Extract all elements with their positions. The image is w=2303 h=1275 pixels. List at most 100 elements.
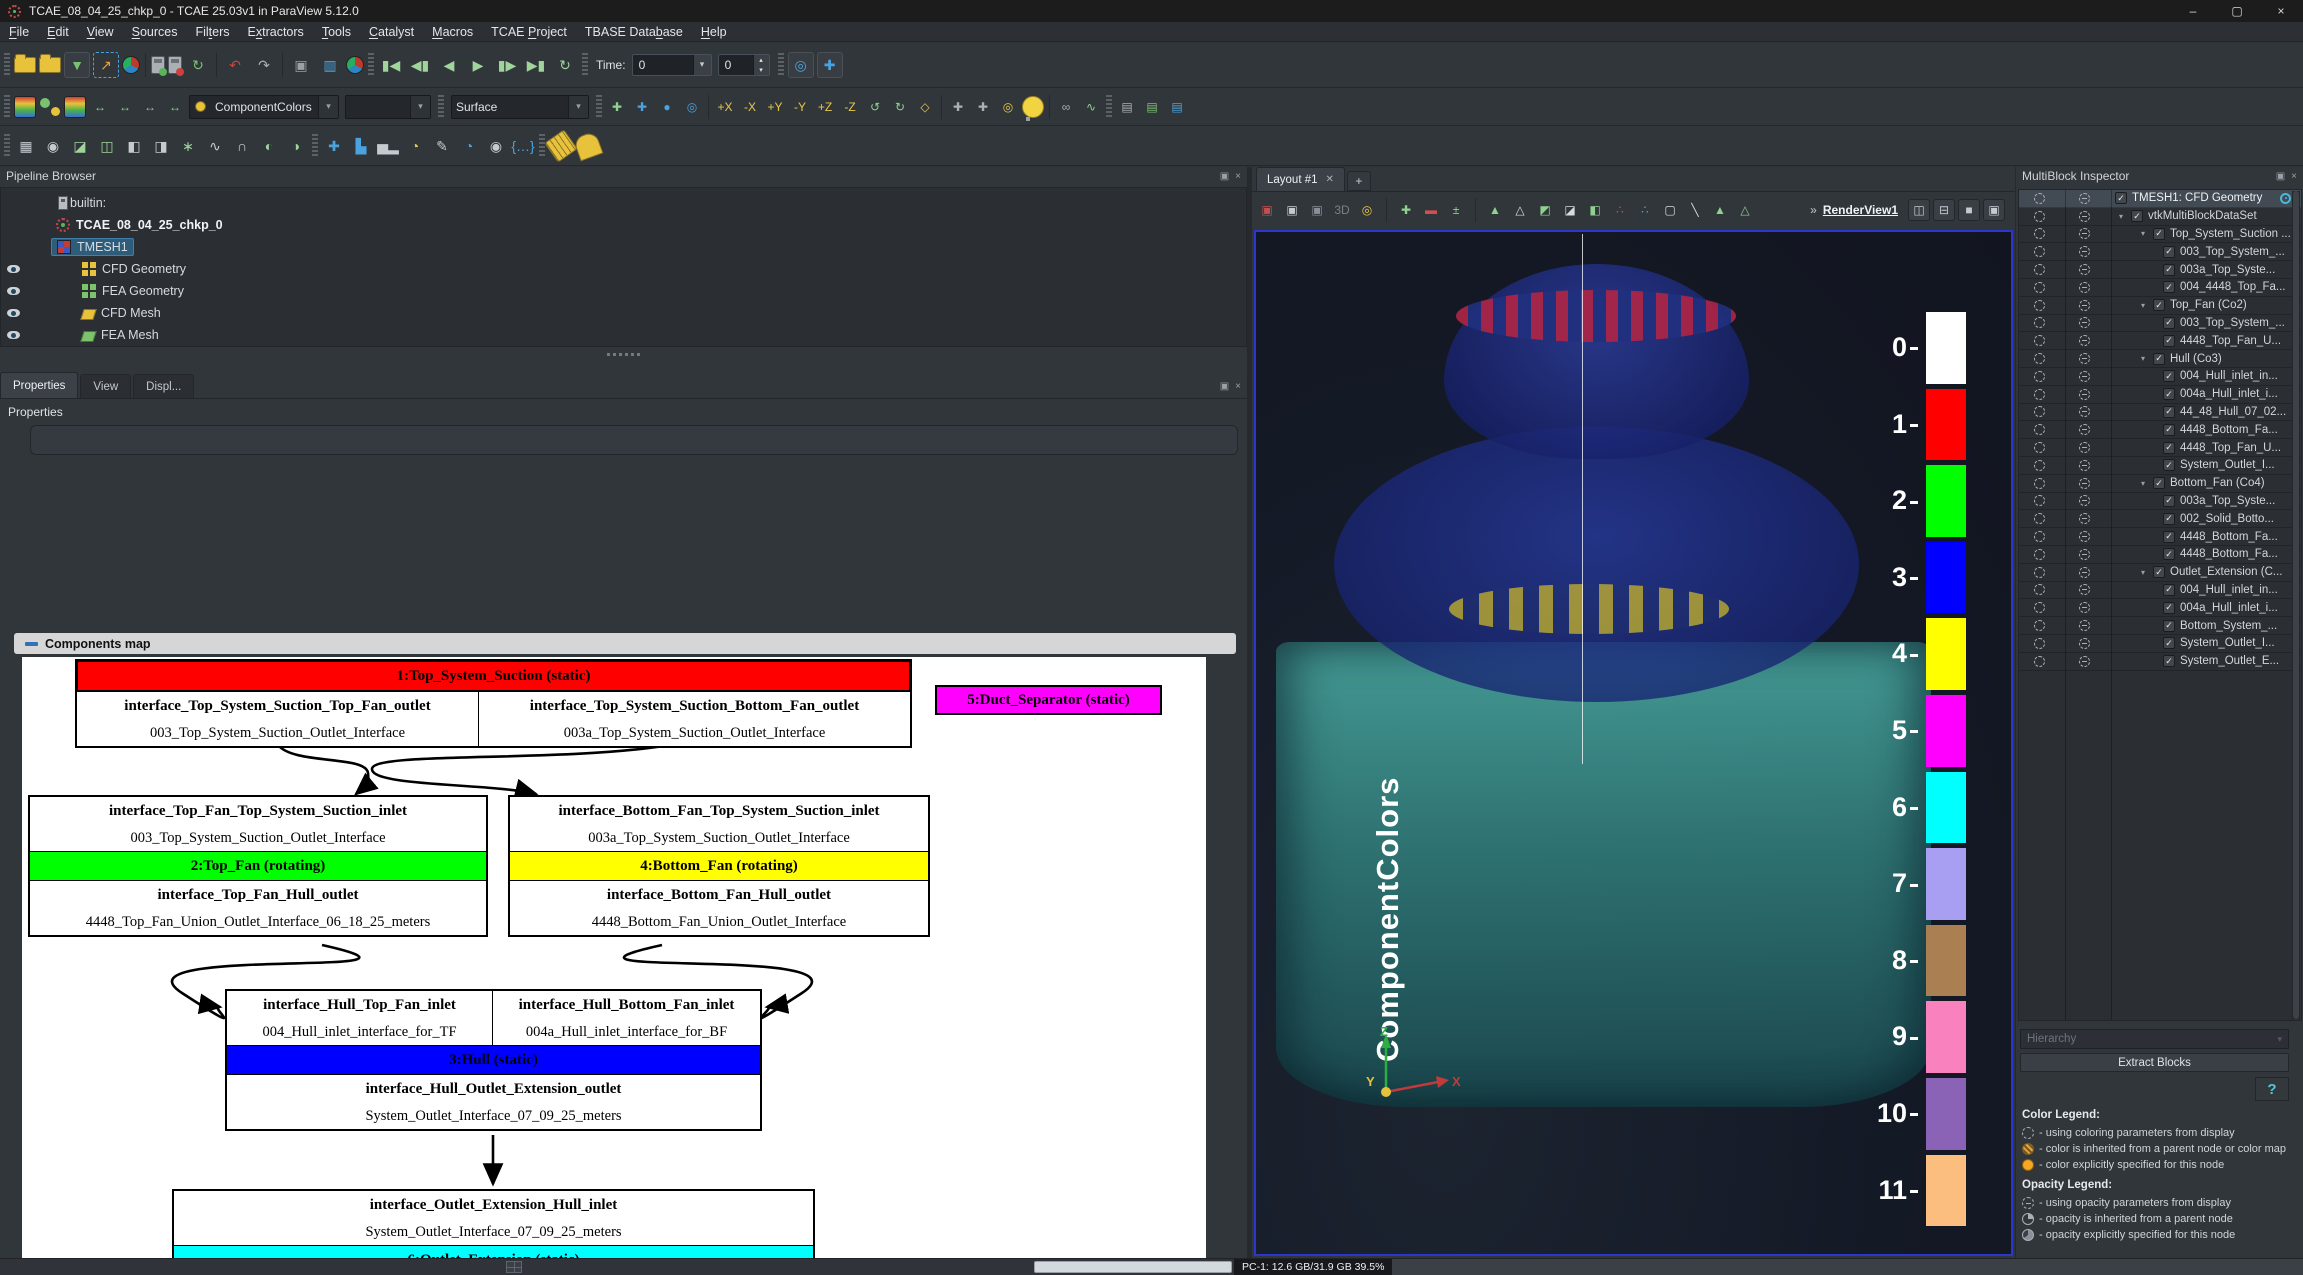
opacity-state-icon[interactable] (2079, 264, 2090, 275)
opacity-state-icon[interactable] (2079, 335, 2090, 346)
menu-catalyst[interactable]: Catalyst (360, 25, 423, 39)
shrink-selection-button[interactable]: △ (1734, 199, 1756, 221)
block-checkbox[interactable]: ✓ (2163, 602, 2175, 614)
scrollbar[interactable] (2292, 191, 2300, 1019)
color-state-icon[interactable] (2034, 424, 2045, 435)
expand-arrow-icon[interactable]: ▾ (2119, 212, 2131, 221)
select-points-on-button[interactable]: △ (1509, 199, 1531, 221)
selection-subtract-button[interactable]: ▬ (1420, 199, 1442, 221)
save-data-button[interactable]: ▼ (64, 52, 90, 78)
block-checkbox[interactable]: ✓ (2163, 281, 2175, 293)
set-view-minus-y-button[interactable]: -Y (789, 96, 811, 118)
vcr-last-button[interactable]: ▶▮ (523, 52, 549, 78)
opacity-state-icon[interactable] (2079, 211, 2090, 222)
pipeline-row[interactable]: CFD Geometry (1, 258, 1246, 280)
color-state-icon[interactable] (2034, 371, 2045, 382)
visibility-eye-icon[interactable] (6, 308, 21, 318)
opacity-state-icon[interactable] (2079, 442, 2090, 453)
rescale-temporal-range-button[interactable]: ↔ (139, 96, 161, 118)
record-animation-button[interactable]: ▣ (1306, 199, 1328, 221)
select-points-through-button[interactable]: ◪ (1559, 199, 1581, 221)
opacity-state-icon[interactable] (2079, 549, 2090, 560)
contour-filter-button[interactable]: ◉ (41, 134, 65, 158)
chevron-down-icon[interactable]: ▾ (568, 96, 588, 118)
expression-manager-button[interactable]: {…} (511, 134, 535, 158)
show-center-axes-button[interactable]: ✚ (972, 96, 994, 118)
chevron-down-icon[interactable]: ▾ (2277, 1034, 2282, 1045)
pipeline-row[interactable]: CFD Mesh (1, 302, 1246, 324)
vcr-back-button[interactable]: ◀ (436, 52, 462, 78)
visibility-eye-icon[interactable] (6, 264, 21, 274)
tab-view[interactable]: View (80, 374, 131, 398)
color-state-icon[interactable] (2034, 549, 2045, 560)
color-state-icon[interactable] (2034, 442, 2045, 453)
multiblock-row[interactable]: ✓003_Top_System_... (2019, 315, 2301, 333)
multiblock-row[interactable]: ✓004a_Hull_inlet_i... (2019, 386, 2301, 404)
isometric-view-button[interactable]: ◇ (914, 96, 936, 118)
multiblock-row[interactable]: ✓4448_Bottom_Fa... (2019, 528, 2301, 546)
close-tab-icon[interactable]: ✕ (1326, 174, 1334, 185)
menu-macros[interactable]: Macros (423, 25, 482, 39)
opacity-state-icon[interactable] (2079, 317, 2090, 328)
block-checkbox[interactable]: ✓ (2163, 548, 2175, 560)
close-icon[interactable]: × (1235, 171, 1241, 182)
redo-button[interactable]: ↷ (251, 52, 277, 78)
visibility-eye-icon[interactable] (6, 286, 21, 296)
block-checkbox[interactable]: ✓ (2153, 228, 2165, 240)
reset-camera-button[interactable]: ✚ (606, 96, 628, 118)
find-data-button[interactable]: ◉ (484, 134, 508, 158)
block-checkbox[interactable]: ✓ (2163, 264, 2175, 276)
model-bottom-fan[interactable] (1449, 584, 1729, 634)
toggle-color-legend-button[interactable] (14, 96, 36, 118)
reset-camera-closest-button[interactable]: ● (656, 96, 678, 118)
toolbar-grip[interactable] (778, 53, 784, 77)
opacity-state-icon[interactable] (2079, 567, 2090, 578)
disconnect-server-button[interactable] (168, 56, 182, 74)
color-state-icon[interactable] (2034, 638, 2045, 649)
fullscreen-button[interactable]: ▣ (1983, 199, 2005, 221)
undock-icon[interactable]: ▣ (1220, 381, 1229, 392)
vcr-loop-button[interactable]: ↻ (552, 52, 578, 78)
menu-tcae-project[interactable]: TCAE Project (482, 25, 576, 39)
maximize-view-button[interactable]: ■ (1958, 199, 1980, 221)
glyph-filter-button[interactable]: ∗ (176, 134, 200, 158)
color-state-icon[interactable] (2034, 602, 2045, 613)
plot-over-line-button[interactable]: ▙ (349, 134, 373, 158)
opacity-state-icon[interactable] (2079, 389, 2090, 400)
connect-server-button[interactable] (151, 56, 165, 74)
pipeline-row[interactable]: builtin: (1, 192, 1246, 214)
toolbar-grip[interactable] (539, 134, 545, 158)
split-horizontal-button[interactable]: ◫ (1908, 199, 1930, 221)
block-checkbox[interactable]: ✓ (2163, 459, 2175, 471)
multiblock-row[interactable]: ✓004_Hull_inlet_in... (2019, 368, 2301, 386)
stereo-mode-button[interactable]: ∞ (1055, 96, 1077, 118)
color-state-icon[interactable] (2034, 353, 2045, 364)
toolbar-grip[interactable] (312, 134, 318, 158)
toolbar-grip[interactable] (1106, 95, 1112, 119)
hover-cells-button[interactable]: ▢ (1659, 199, 1681, 221)
menu-tbase-database[interactable]: TBASE Database (576, 25, 692, 39)
close-icon[interactable]: × (2291, 171, 2297, 182)
color-state-icon[interactable] (2034, 246, 2045, 257)
menu-sources[interactable]: Sources (123, 25, 187, 39)
python-calculator-button[interactable]: ◔ (457, 134, 481, 158)
camera-path-button[interactable]: ∿ (1080, 96, 1102, 118)
extract-blocks-button[interactable]: Extract Blocks (2020, 1053, 2289, 1072)
spin-up-icon[interactable]: ▴ (754, 55, 769, 65)
opacity-state-icon[interactable] (2079, 424, 2090, 435)
selection-add-button[interactable]: ✚ (1395, 199, 1417, 221)
color-state-icon[interactable] (2034, 495, 2045, 506)
save-screenshot-button[interactable]: ▣ (1256, 199, 1278, 221)
chevron-down-icon[interactable]: ▾ (410, 96, 430, 118)
opacity-state-icon[interactable] (2079, 513, 2090, 524)
multiblock-row[interactable]: ✓4448_Bottom_Fa... (2019, 421, 2301, 439)
multiblock-row[interactable]: ✓4448_Bottom_Fa... (2019, 546, 2301, 564)
set-view-plus-x-button[interactable]: +X (714, 96, 736, 118)
block-checkbox[interactable]: ✓ (2163, 584, 2175, 596)
opacity-state-icon[interactable] (2079, 246, 2090, 257)
block-checkbox[interactable]: ✓ (2153, 353, 2165, 365)
rescale-custom-range-button[interactable]: ↔ (114, 96, 136, 118)
pick-center-button[interactable]: ◎ (997, 96, 1019, 118)
pipeline-row[interactable]: FEA Geometry (1, 280, 1246, 302)
color-state-icon[interactable] (2034, 282, 2045, 293)
